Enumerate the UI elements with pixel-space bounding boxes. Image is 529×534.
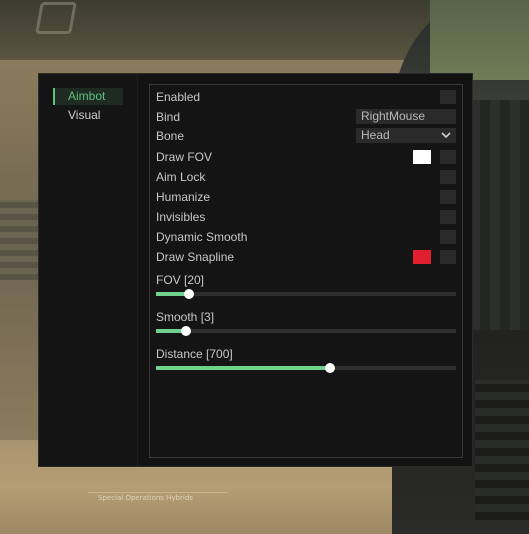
option-bind: Bind RightMouse <box>156 108 456 126</box>
soldier-vest <box>430 0 529 80</box>
background-sign-text: Special Operations Hybrids <box>98 494 193 502</box>
option-dynamic-smooth: Dynamic Smooth <box>156 228 456 246</box>
chevron-down-icon <box>441 132 451 139</box>
aim-lock-checkbox[interactable] <box>440 170 456 184</box>
fov-slider-label: FOV [20] <box>156 273 205 287</box>
bone-select[interactable]: Head <box>356 128 456 143</box>
option-draw-snapline: Draw Snapline <box>156 248 456 266</box>
dynamic-smooth-checkbox[interactable] <box>440 230 456 244</box>
bind-key-field[interactable]: RightMouse <box>356 109 456 124</box>
option-bone: Bone Head <box>156 127 456 145</box>
option-invisibles: Invisibles <box>156 208 456 226</box>
option-draw-snapline-label: Draw Snapline <box>156 250 235 264</box>
option-bone-label: Bone <box>156 129 185 143</box>
option-bind-label: Bind <box>156 110 181 124</box>
draw-snapline-checkbox[interactable] <box>440 250 456 264</box>
humanize-checkbox[interactable] <box>440 190 456 204</box>
draw-fov-color-swatch[interactable] <box>413 150 431 164</box>
sidebar: Aimbot Visual <box>39 74 138 466</box>
option-draw-fov: Draw FOV <box>156 148 456 166</box>
soldier-arm <box>470 100 529 330</box>
fov-slider-handle[interactable] <box>184 289 194 299</box>
distance-slider-fill <box>156 366 330 370</box>
distance-slider-label: Distance [700] <box>156 347 233 361</box>
draw-fov-checkbox[interactable] <box>440 150 456 164</box>
smooth-slider[interactable] <box>156 326 456 336</box>
option-humanize: Humanize <box>156 188 456 206</box>
distance-slider-handle[interactable] <box>325 363 335 373</box>
option-draw-fov-label: Draw FOV <box>156 150 213 164</box>
menu-window: Aimbot Visual Enabled Bind RightMouse Bo… <box>38 73 473 467</box>
option-humanize-label: Humanize <box>156 190 211 204</box>
tab-visual[interactable]: Visual <box>53 107 123 124</box>
draw-snapline-color-swatch[interactable] <box>413 250 431 264</box>
fov-slider[interactable] <box>156 289 456 299</box>
soldier-weapon <box>475 380 529 520</box>
invisibles-checkbox[interactable] <box>440 210 456 224</box>
option-invisibles-label: Invisibles <box>156 210 206 224</box>
option-aim-lock: Aim Lock <box>156 168 456 186</box>
background-panel <box>0 200 40 280</box>
smooth-slider-label: Smooth [3] <box>156 310 215 324</box>
game-logo-icon <box>35 2 77 34</box>
aimbot-panel: Enabled Bind RightMouse Bone Head Draw F… <box>149 84 463 458</box>
option-dynamic-smooth-label: Dynamic Smooth <box>156 230 248 244</box>
enabled-checkbox[interactable] <box>440 90 456 104</box>
tab-aimbot[interactable]: Aimbot <box>53 88 123 105</box>
bone-select-value: Head <box>361 128 390 142</box>
option-aim-lock-label: Aim Lock <box>156 170 206 184</box>
option-enabled-label: Enabled <box>156 90 201 104</box>
option-enabled: Enabled <box>156 88 456 106</box>
smooth-slider-handle[interactable] <box>181 326 191 336</box>
distance-slider[interactable] <box>156 363 456 373</box>
